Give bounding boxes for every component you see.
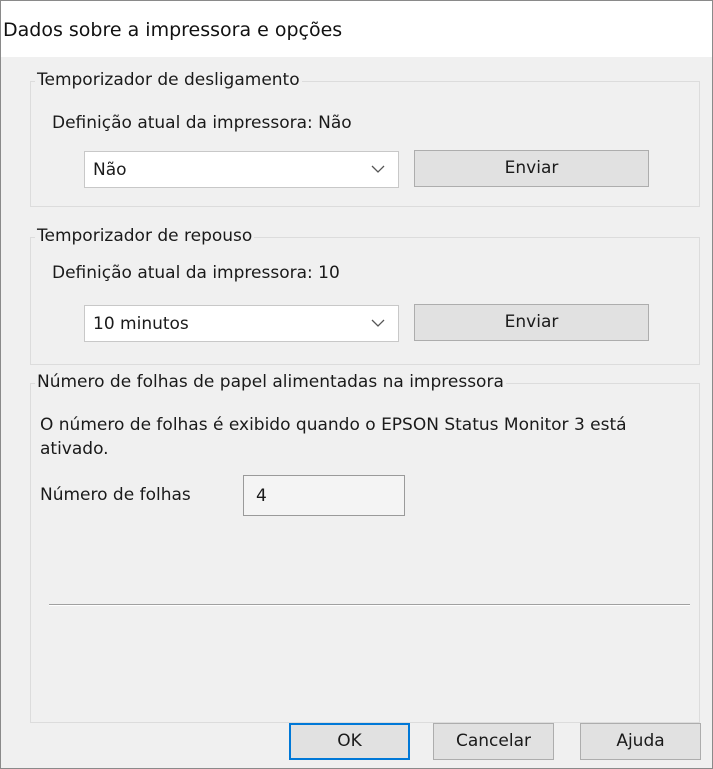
power-off-current-setting: Definição atual da impressora: Não [52,113,352,133]
sleep-timer-select[interactable]: 10 minutos [84,305,399,342]
sleep-timer-legend: Temporizador de repouso [35,226,255,246]
ok-button[interactable]: OK [289,723,410,760]
sheet-count-field: 4 [243,475,405,516]
title-bar: Dados sobre a impressora e opções [1,1,712,57]
sleep-current-setting: Definição atual da impressora: 10 [52,263,340,283]
separator-line [49,604,690,606]
chevron-down-icon [371,165,385,173]
dialog-title: Dados sobre a impressora e opções [3,19,343,41]
sleep-timer-group: Temporizador de repouso Definição atual … [30,226,700,365]
chevron-down-icon [371,319,385,327]
help-button[interactable]: Ajuda [580,723,701,760]
sheets-fed-group: Número de folhas de papel alimentadas na… [30,372,700,723]
power-off-timer-group: Temporizador de desligamento Definição a… [30,70,700,207]
power-off-timer-select[interactable]: Não [84,151,399,188]
cancel-button[interactable]: Cancelar [433,723,554,760]
sheets-fed-description-line1: O número de folhas é exibido quando o EP… [40,415,627,435]
power-off-timer-value: Não [93,160,127,180]
printer-info-dialog: Dados sobre a impressora e opções Tempor… [0,0,713,769]
sleep-timer-value: 10 minutos [93,314,189,334]
sheet-count-label: Número de folhas [40,485,191,505]
sheets-fed-description-line2: ativado. [40,439,109,459]
sheets-fed-legend: Número de folhas de papel alimentadas na… [35,372,506,392]
power-off-timer-legend: Temporizador de desligamento [35,70,302,90]
sheet-count-value: 4 [256,486,267,506]
sleep-send-button[interactable]: Enviar [414,304,649,341]
power-off-send-button[interactable]: Enviar [414,150,649,187]
